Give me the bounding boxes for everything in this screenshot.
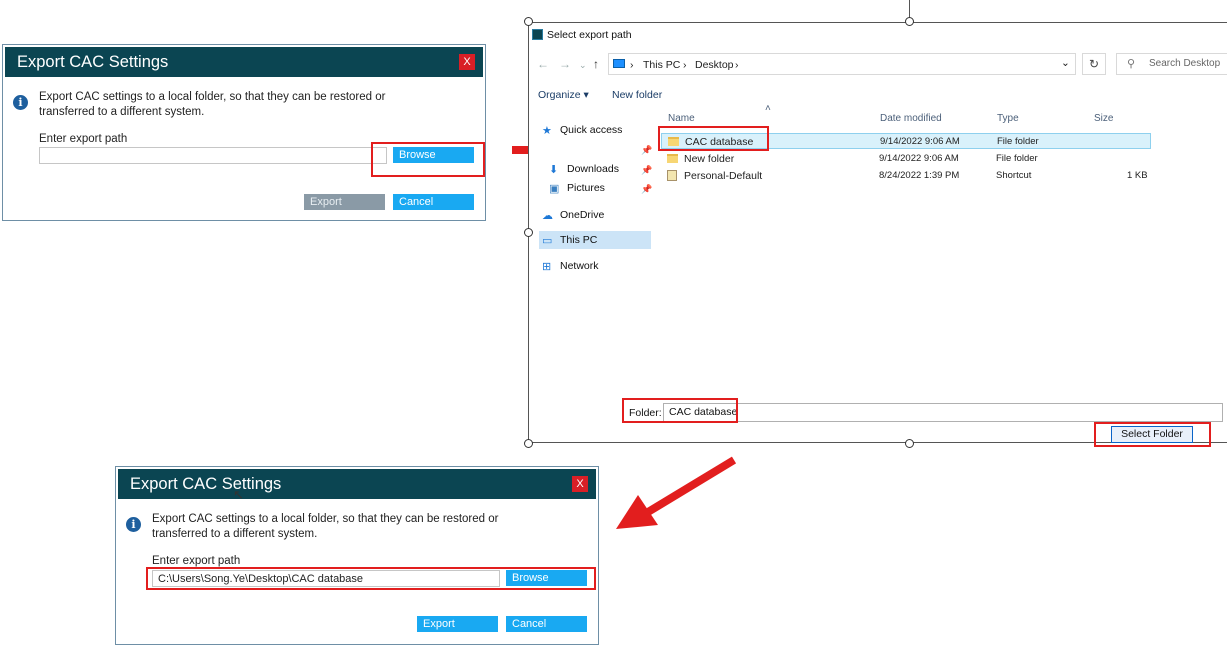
export-path-label: Enter export path [39, 133, 128, 145]
address-dropdown-icon[interactable]: ⌄ [1061, 57, 1070, 69]
pin-icon: 📌 [641, 165, 653, 175]
resize-handle[interactable] [905, 439, 914, 448]
app-icon [532, 29, 543, 40]
export-button[interactable]: Export [417, 616, 498, 632]
search-box[interactable]: ⚲ Search Desktop [1116, 53, 1227, 75]
shortcut-icon [667, 170, 677, 181]
file-name: Personal-Default [684, 170, 763, 182]
nav-downloads-label: Downloads [567, 163, 619, 175]
up-arrow-icon[interactable]: ↑ [593, 57, 599, 71]
nav-quick-access-label: Quick access [560, 124, 623, 136]
highlight-path-row [146, 567, 596, 590]
this-pc-icon [613, 59, 625, 68]
nav-pictures[interactable]: ▣ Pictures [549, 182, 605, 195]
file-date: 8/24/2022 1:39 PM [879, 170, 960, 181]
export-path-label: Enter export path [152, 555, 241, 567]
resize-handle[interactable] [524, 439, 533, 448]
nav-pictures-label: Pictures [567, 182, 605, 194]
chevron-right-icon: › [683, 59, 687, 71]
highlight-select-folder [1094, 422, 1211, 447]
info-icon: i [126, 517, 141, 532]
highlight-browse-1 [371, 142, 485, 177]
breadcrumb-this-pc[interactable]: This PC [643, 59, 680, 71]
nav-network[interactable]: ⊞ Network [542, 260, 599, 273]
explorer-title: Select export path [547, 29, 632, 41]
arrow-down-left [616, 456, 737, 529]
search-placeholder: Search Desktop [1149, 58, 1221, 69]
dialog-title: Export CAC Settings [130, 475, 282, 493]
dialog-titlebar: Export CAC Settings X [118, 469, 596, 499]
nav-this-pc-label: This PC [560, 234, 598, 246]
dialog-title: Export CAC Settings [17, 53, 169, 71]
nav-onedrive-label: OneDrive [560, 209, 605, 221]
computer-icon: ▭ [542, 235, 553, 247]
export-button[interactable]: Export [304, 194, 385, 210]
star-icon: ★ [542, 125, 552, 137]
file-date: 9/14/2022 9:06 AM [880, 136, 960, 147]
highlight-cac-folder [658, 126, 769, 151]
nav-this-pc[interactable]: ▭ This PC [542, 234, 598, 247]
resize-handle[interactable] [905, 17, 914, 26]
mouse-cursor-icon: ↖ [233, 487, 244, 502]
pictures-icon: ▣ [549, 183, 560, 195]
cancel-button[interactable]: Cancel [506, 616, 587, 632]
search-icon: ⚲ [1127, 58, 1136, 70]
back-arrow-icon[interactable]: ← [537, 57, 549, 71]
network-icon: ⊞ [542, 261, 552, 273]
nav-onedrive[interactable]: ☁ OneDrive [542, 209, 605, 222]
column-type[interactable]: Type [997, 113, 1019, 124]
file-date: 9/14/2022 9:06 AM [879, 153, 959, 164]
file-type: File folder [997, 136, 1039, 147]
file-size: 1 KB [1127, 170, 1148, 181]
down-chevron-icon[interactable]: ⌄ [579, 60, 587, 71]
breadcrumb-desktop[interactable]: Desktop [695, 59, 734, 71]
close-button[interactable]: X [459, 54, 475, 70]
download-arrow-icon: ⬇ [549, 164, 559, 176]
file-type: File folder [996, 153, 1038, 164]
chevron-right-icon: › [630, 59, 634, 71]
export-dialog-before: Export CAC Settings X i Export CAC setti… [2, 44, 486, 221]
export-path-input[interactable] [39, 147, 387, 164]
dialog-message: Export CAC settings to a local folder, s… [39, 91, 386, 118]
new-folder-button[interactable]: New folder [612, 89, 662, 101]
file-name: New folder [684, 153, 735, 165]
sort-indicator-icon: ˄ [765, 103, 771, 114]
pin-icon: 📌 [641, 184, 653, 194]
column-date-modified[interactable]: Date modified [880, 113, 942, 124]
folder-name-input[interactable]: CAC database [663, 403, 1223, 422]
close-button[interactable]: X [572, 476, 588, 492]
nav-quick-access[interactable]: ★ Quick access [542, 124, 623, 137]
resize-handle[interactable] [524, 17, 533, 26]
column-size[interactable]: Size [1094, 113, 1113, 124]
chevron-right-icon: › [735, 59, 739, 71]
column-name[interactable]: Name [668, 113, 695, 124]
export-dialog-after: Export CAC Settings X i Export CAC setti… [115, 466, 599, 645]
organize-menu[interactable]: Organize ▾ [538, 89, 589, 101]
file-row[interactable]: Personal-Default 8/24/2022 1:39 PM Short… [661, 168, 1151, 184]
dialog-titlebar: Export CAC Settings X [5, 47, 483, 77]
cloud-icon: ☁ [542, 210, 553, 222]
refresh-icon[interactable]: ↻ [1082, 53, 1106, 75]
resize-handle[interactable] [524, 228, 533, 237]
file-row[interactable]: New folder 9/14/2022 9:06 AM File folder [661, 151, 1151, 167]
organize-label: Organize [538, 89, 581, 101]
highlight-folder-field [622, 398, 738, 423]
dialog-message: Export CAC settings to a local folder, s… [152, 513, 499, 540]
nav-downloads[interactable]: ⬇ Downloads [549, 163, 619, 176]
select-export-path-dialog: Select export path ← → ⌄ ↑ › This PC › D… [528, 22, 1227, 443]
pin-icon: 📌 [641, 145, 653, 155]
info-icon: i [13, 95, 28, 110]
file-type: Shortcut [996, 170, 1032, 181]
cancel-button[interactable]: Cancel [393, 194, 474, 210]
nav-network-label: Network [560, 260, 599, 272]
folder-icon [667, 154, 678, 163]
address-bar[interactable]: › This PC › Desktop › ⌄ [608, 53, 1076, 75]
forward-arrow-icon[interactable]: → [559, 57, 571, 71]
